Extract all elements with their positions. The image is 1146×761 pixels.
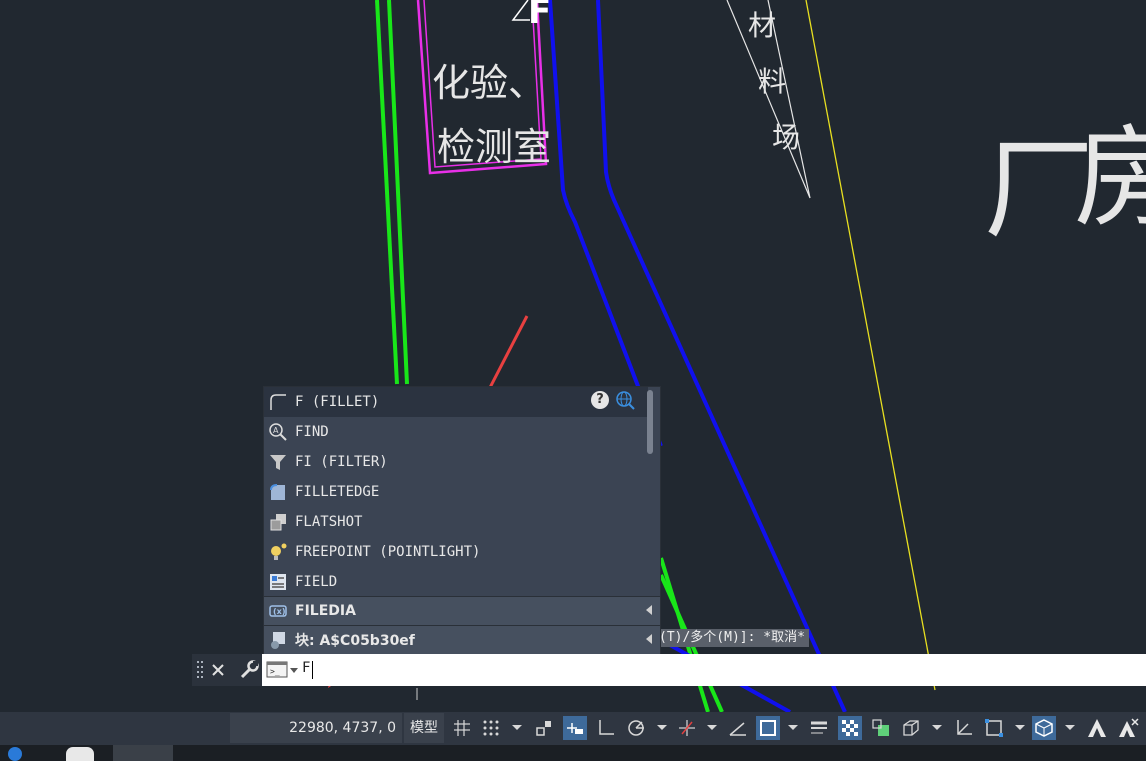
object-snap-dropdown-arrow-icon[interactable] (788, 725, 798, 730)
autocomplete-item-flatshot[interactable]: FLATSHOT (264, 507, 648, 537)
autocomplete-item-pointlight[interactable]: FREEPOINT (POINTLIGHT) (264, 537, 648, 567)
expand-arrow-icon[interactable] (646, 605, 652, 615)
autocomplete-item-label: FREEPOINT (POINTLIGHT) (295, 544, 481, 560)
selection-filter-dropdown-arrow-icon[interactable] (1015, 725, 1025, 730)
svg-text:A: A (273, 426, 279, 435)
autocomplete-item-filletedge[interactable]: FILLETEDGE (264, 477, 648, 507)
command-input[interactable]: >_ F (262, 654, 1146, 686)
lab-label-line1: 化验、 (432, 61, 547, 105)
model-space-tab[interactable]: 模型 (404, 713, 444, 743)
object-snap-tracking-icon[interactable] (675, 716, 699, 740)
factory-label-2: 房 (1074, 114, 1146, 242)
ortho-mode-icon[interactable] (594, 716, 618, 740)
selection-cycling-icon[interactable] (869, 716, 893, 740)
gizmo-dropdown-arrow-icon[interactable] (1065, 725, 1075, 730)
taskbar-app-icon[interactable] (113, 745, 173, 761)
autocomplete-group-label: 块: A$C05b30ef (295, 633, 415, 649)
yellow-boundary-line (805, 0, 936, 691)
system-variable-icon: (x) (267, 600, 289, 622)
flatshot-icon (267, 511, 289, 533)
autocomplete-group-filedia[interactable]: (x) FILEDIA (264, 597, 660, 625)
osnap-dropdown-arrow-icon[interactable] (707, 725, 717, 730)
autocomplete-item-label: FI (FILTER) (295, 454, 388, 470)
snap-mode-icon[interactable] (479, 716, 503, 740)
block-icon (267, 629, 289, 651)
polar-dropdown-arrow-icon[interactable] (657, 725, 667, 730)
3dosnap-dropdown-arrow-icon[interactable] (932, 725, 942, 730)
autocomplete-group-block[interactable]: 块: A$C05b30ef (264, 626, 660, 654)
material-label-3: 场 (772, 121, 801, 154)
transparency-icon[interactable] (838, 716, 862, 740)
command-prompt-icon[interactable]: >_ (266, 660, 302, 680)
wrench-icon[interactable] (238, 659, 260, 681)
drag-grip-icon[interactable] (196, 659, 206, 681)
annotation-visibility-icon[interactable] (1085, 716, 1109, 740)
green-wall-left (375, 0, 399, 385)
command-line-handle[interactable] (192, 654, 262, 686)
selection-filter-icon[interactable] (982, 716, 1006, 740)
dynamic-input-icon[interactable] (563, 716, 587, 740)
autocomplete-group-label: FILEDIA (295, 603, 356, 619)
3d-object-snap-icon[interactable] (899, 716, 923, 740)
fillet-icon (267, 391, 289, 413)
infer-constraints-icon[interactable] (532, 716, 556, 740)
autocomplete-item-label: FLATSHOT (295, 514, 363, 530)
pointlight-icon (267, 541, 289, 563)
autocomplete-scrollbar[interactable] (647, 390, 653, 454)
svg-text:>_: >_ (270, 667, 280, 676)
top-glyph: F (528, 0, 552, 32)
taskbar-app-icon[interactable] (8, 747, 22, 761)
object-snap-icon[interactable] (756, 716, 780, 740)
svg-text:(x): (x) (273, 607, 285, 616)
close-icon[interactable] (210, 662, 226, 678)
autocomplete-item-label: F (FILLET) (295, 394, 380, 410)
coordinates-readout[interactable]: 22980, 4737, 0 (230, 713, 402, 743)
text-caret (312, 661, 313, 679)
autocomplete-item-find[interactable]: A FIND (264, 417, 648, 447)
green-wall-right (387, 0, 409, 385)
help-icon[interactable]: ? (591, 391, 609, 409)
dynamic-ucs-icon[interactable] (952, 716, 976, 740)
field-icon (267, 571, 289, 593)
autocomplete-item-label: FIELD (295, 574, 338, 590)
show-lineweight-icon[interactable] (807, 716, 831, 740)
command-autocomplete-list[interactable]: F (FILLET) A FIND FI (FILTER) FILLETEDGE… (263, 386, 661, 654)
snap-dropdown-arrow-icon[interactable] (512, 725, 522, 730)
filter-icon (267, 451, 289, 473)
blue-road-left (548, 0, 663, 447)
internet-search-icon[interactable] (615, 390, 635, 410)
material-label-2: 料 (758, 65, 787, 98)
grid-display-icon[interactable] (450, 716, 474, 740)
command-input-value[interactable]: F (302, 660, 310, 676)
os-taskbar (0, 745, 1146, 761)
autocomplete-item-label: FIND (295, 424, 329, 440)
autocomplete-item-field[interactable]: FIELD (264, 567, 648, 597)
find-icon: A (267, 421, 289, 443)
polar-tracking-icon[interactable] (624, 716, 648, 740)
autocomplete-item-label: FILLETEDGE (295, 484, 380, 500)
taskbar-app-icon[interactable] (66, 747, 94, 761)
filletedge-icon (267, 481, 289, 503)
material-label-1: 材 (748, 9, 777, 42)
command-history-line: (T)/多个(M)]: *取消* (655, 629, 809, 647)
gizmo-icon[interactable] (1032, 716, 1056, 740)
expand-arrow-icon[interactable] (646, 634, 652, 644)
autocomplete-item-filter[interactable]: FI (FILTER) (264, 447, 648, 477)
lab-label-line2: 检测室 (437, 125, 552, 169)
auto-scale-icon[interactable] (1116, 716, 1140, 740)
lineweight-angle-icon[interactable] (726, 716, 750, 740)
